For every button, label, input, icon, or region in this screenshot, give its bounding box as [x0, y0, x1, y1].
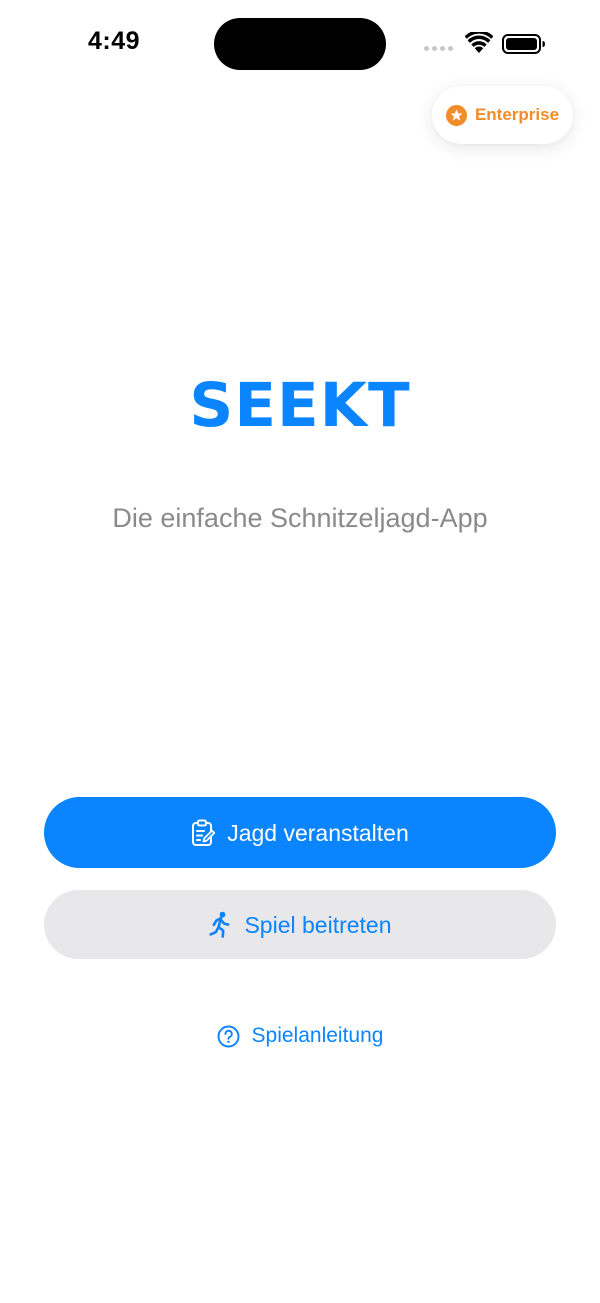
- dynamic-island: [214, 18, 386, 70]
- clipboard-edit-icon: [192, 819, 216, 846]
- join-game-button[interactable]: Spiel beitreten: [44, 890, 556, 959]
- wifi-icon: [465, 32, 493, 53]
- status-bar: 4:49: [0, 0, 600, 90]
- cellular-signal-icon: [424, 46, 456, 52]
- status-time: 4:49: [87, 27, 141, 55]
- host-hunt-label: Jagd veranstalten: [227, 819, 409, 846]
- enterprise-badge[interactable]: Enterprise: [432, 86, 573, 144]
- join-game-label: Spiel beitreten: [244, 911, 392, 938]
- app-logo: SEEKT: [189, 370, 411, 441]
- app-tagline: Die einfache Schnitzeljagd-App: [112, 503, 488, 533]
- battery-icon: [502, 34, 545, 54]
- star-icon: [445, 104, 467, 126]
- instructions-link[interactable]: Spielanleitung: [0, 1018, 600, 1054]
- instructions-label: Spielanleitung: [251, 1024, 384, 1047]
- question-circle-icon: [217, 1025, 239, 1047]
- running-person-icon: [209, 911, 230, 938]
- host-hunt-button[interactable]: Jagd veranstalten: [44, 797, 556, 868]
- enterprise-label: Enterprise: [474, 105, 560, 124]
